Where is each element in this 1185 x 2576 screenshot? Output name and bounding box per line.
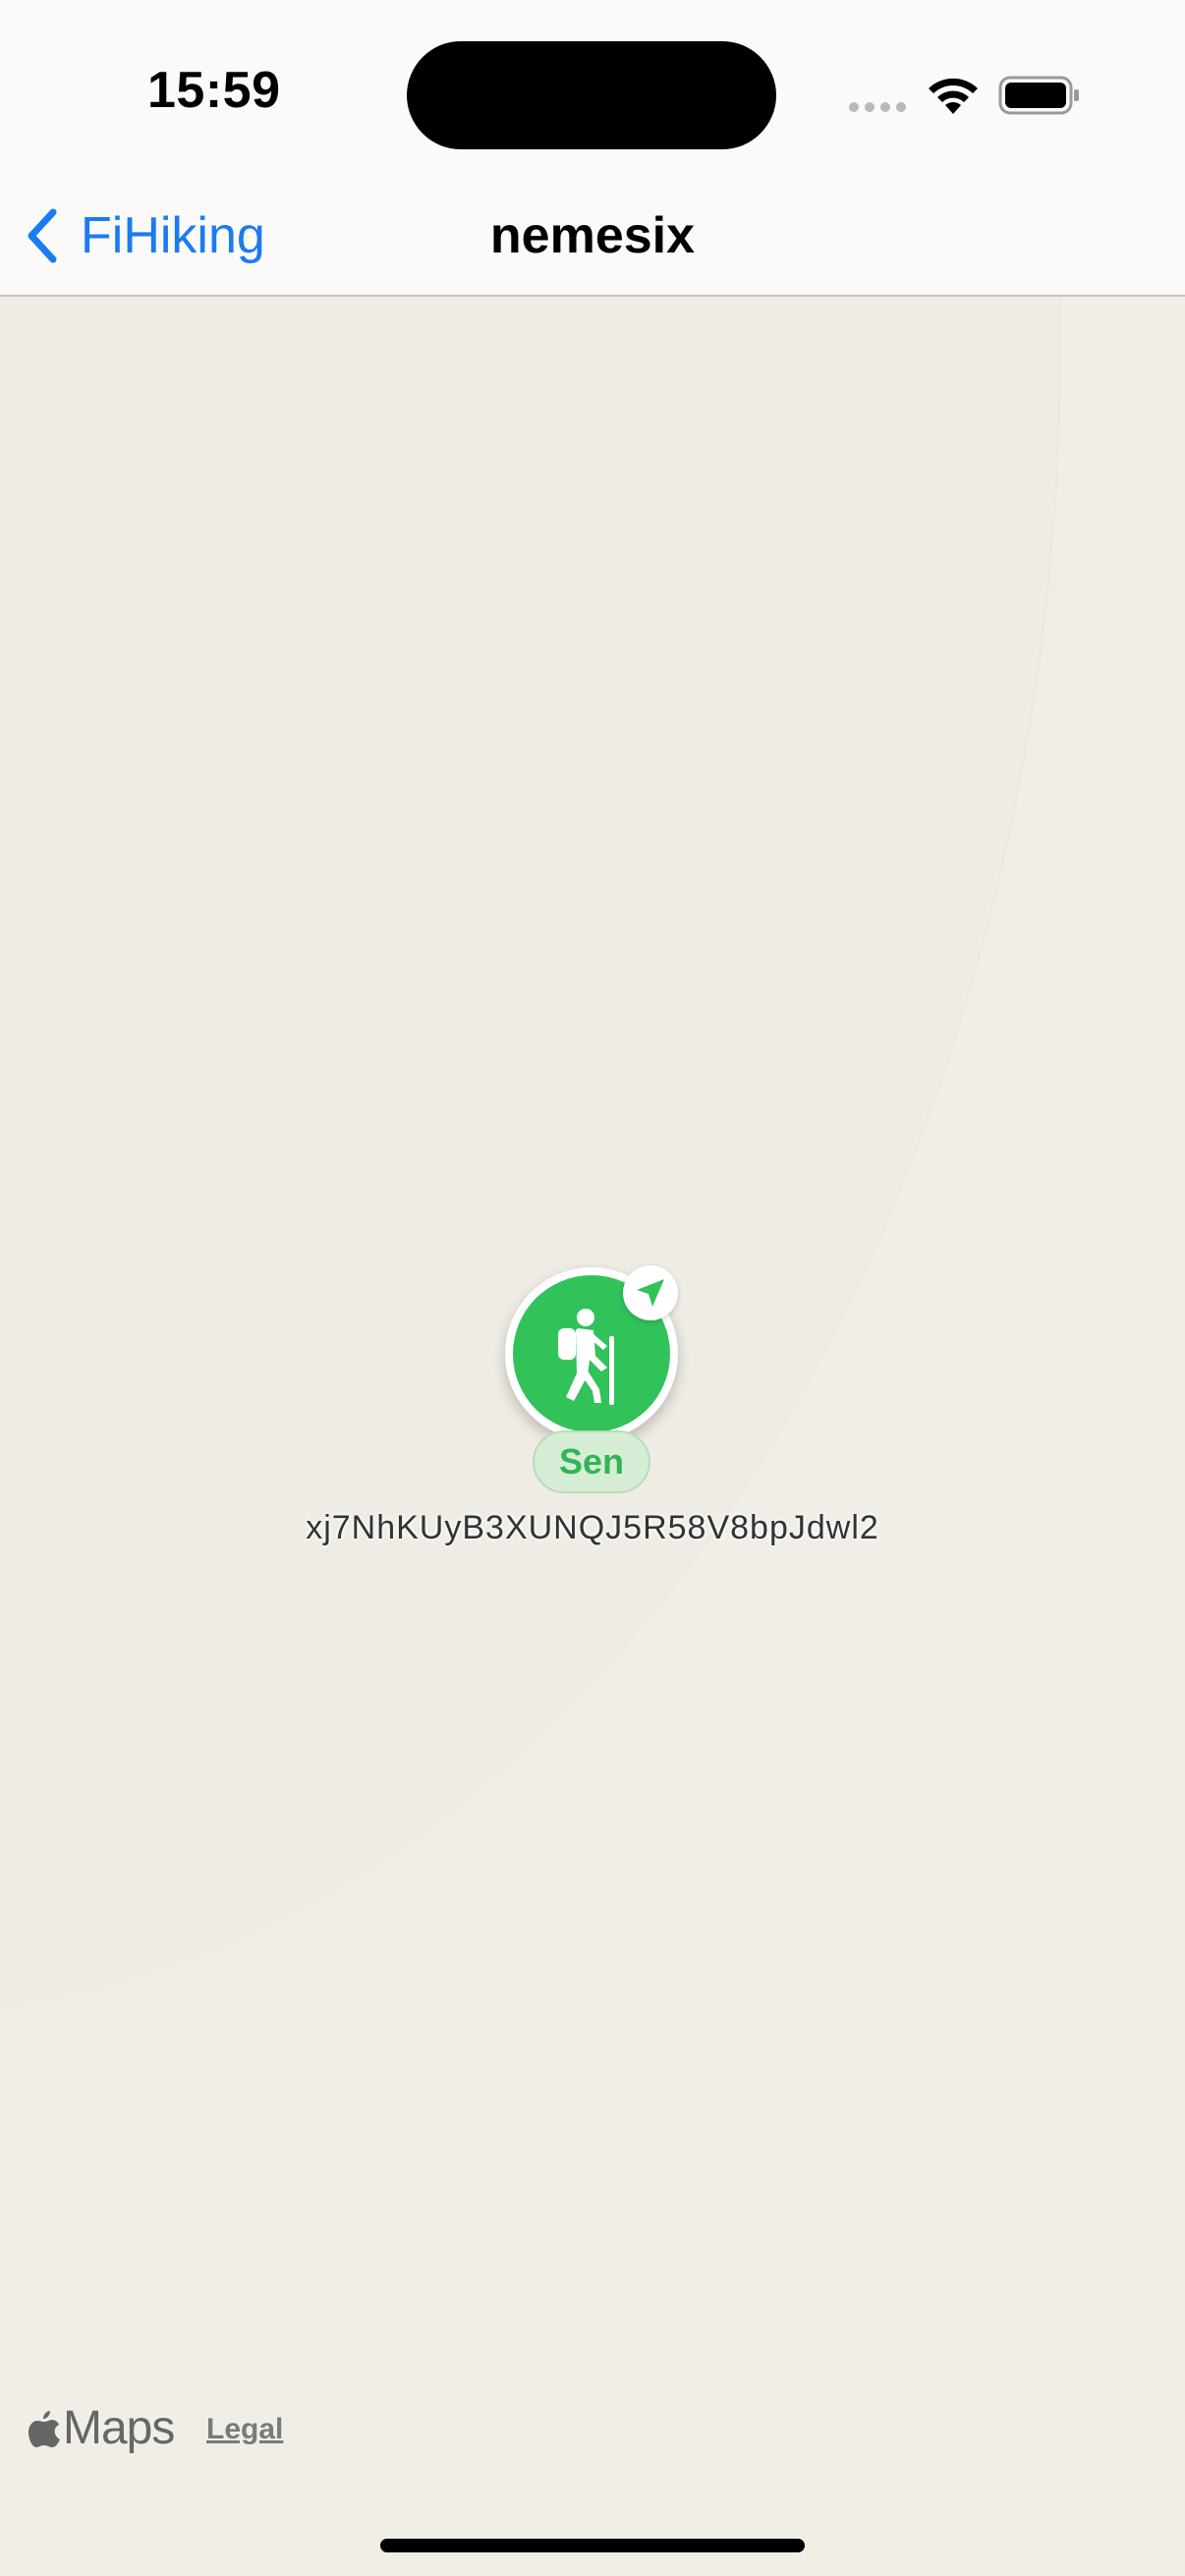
screen: 15:59 FiHiking nemesix Sen xj7NhKUyB3XUN… [0, 0, 1185, 2576]
legal-link[interactable]: Legal [206, 2413, 283, 2446]
cellular-signal-icon [849, 102, 906, 112]
status-time: 15:59 [147, 62, 281, 119]
heading-badge [623, 1265, 678, 1320]
maps-brand-label: Maps [63, 2402, 175, 2454]
wifi-icon [929, 78, 978, 114]
navigation-bar: FiHiking nemesix [0, 177, 1185, 297]
page-title: nemesix [489, 207, 696, 264]
location-arrow-icon [637, 1279, 664, 1307]
apple-logo-icon [28, 2410, 60, 2447]
battery-icon [998, 76, 1079, 115]
pin-caption: xj7NhKUyB3XUNQJ5R58V8bpJdwl2 [306, 1509, 879, 1546]
home-indicator[interactable] [380, 2539, 805, 2552]
maps-attribution: Maps [28, 2401, 175, 2455]
pin-label-badge: Sen [533, 1430, 650, 1493]
map-region-boundary [0, 297, 1061, 2016]
status-bar: 15:59 [0, 0, 1185, 177]
hiker-icon [558, 1309, 614, 1405]
dynamic-island [407, 41, 776, 149]
